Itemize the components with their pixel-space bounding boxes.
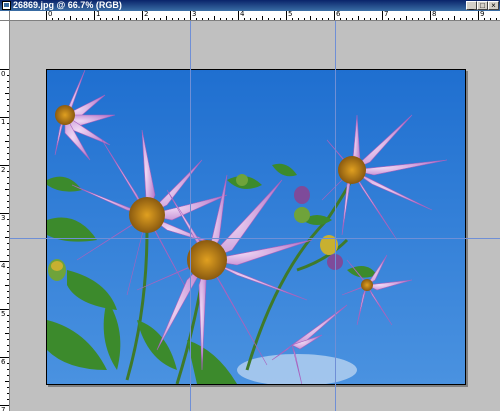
window-title: 26869.jpg @ 66.7% (RGB) — [13, 0, 122, 10]
ruler-label: 3 — [192, 11, 197, 18]
ruler-label: 2 — [144, 11, 149, 18]
ruler-label: 2 — [1, 166, 6, 174]
minimize-icon: _ — [469, 1, 474, 10]
vertical-guide[interactable] — [335, 21, 336, 411]
ruler-label: 6 — [1, 358, 6, 366]
ruler-label: 8 — [432, 11, 437, 18]
ruler-label: 1 — [1, 118, 6, 126]
ruler-label: 4 — [1, 262, 6, 270]
close-button[interactable]: × — [488, 1, 499, 10]
ruler-label: 3 — [1, 214, 6, 222]
ruler-label: 6 — [336, 11, 341, 18]
vertical-ruler[interactable]: 0 1 2 3 4 5 6 7 — [0, 21, 10, 411]
ruler-label: 1 — [96, 11, 101, 18]
ruler-label: 7 — [384, 11, 389, 18]
ruler-label: 9 — [480, 11, 485, 18]
ruler-label: 0 — [48, 11, 53, 18]
title-bar[interactable]: 26869.jpg @ 66.7% (RGB) _ □ × — [0, 0, 500, 11]
ruler-label: 4 — [240, 11, 245, 18]
document-canvas[interactable] — [10, 21, 500, 411]
horizontal-ruler[interactable]: 0 1 2 3 4 5 6 7 8 9 — [10, 11, 500, 21]
maximize-button[interactable]: □ — [477, 1, 488, 10]
maximize-icon: □ — [480, 1, 485, 10]
ruler-label: 7 — [1, 406, 6, 411]
document-icon — [2, 1, 11, 10]
ruler-label: 0 — [1, 70, 6, 78]
document-image[interactable] — [46, 69, 466, 385]
vertical-guide[interactable] — [190, 21, 191, 411]
horizontal-ruler-ticks — [46, 11, 497, 20]
ruler-label: 5 — [288, 11, 293, 18]
ruler-label: 5 — [1, 310, 6, 318]
minimize-button[interactable]: _ — [466, 1, 477, 10]
horizontal-guide[interactable] — [10, 238, 500, 239]
flower-photo — [47, 70, 465, 384]
ruler-origin[interactable] — [0, 11, 10, 21]
close-icon: × — [491, 1, 496, 10]
